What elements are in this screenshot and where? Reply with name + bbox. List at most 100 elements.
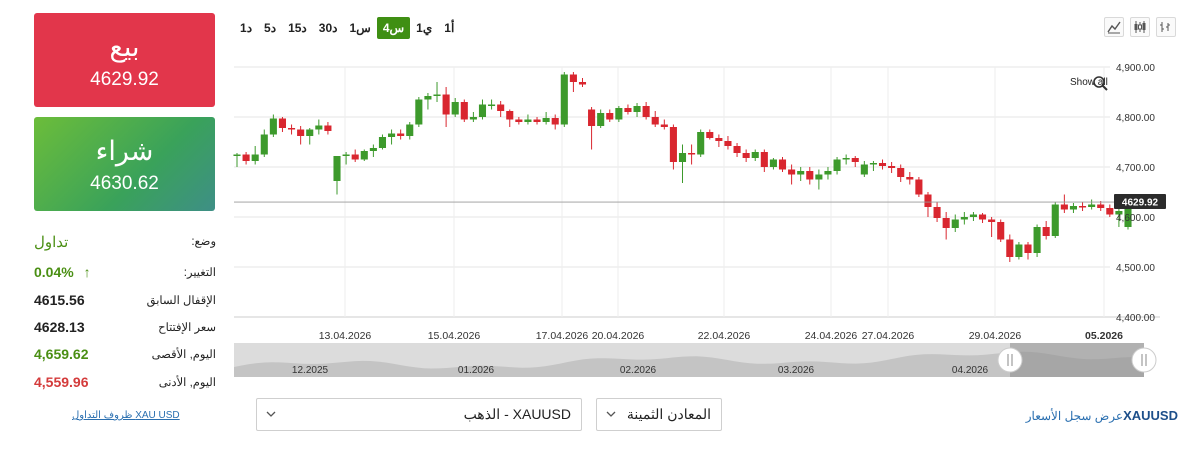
candle [769, 158, 777, 170]
candle [933, 202, 941, 222]
candle [742, 149, 750, 162]
candle [688, 144, 696, 165]
candle-body [724, 141, 732, 146]
candle [406, 122, 414, 140]
candle-body [1060, 204, 1068, 210]
symbol-select[interactable]: XAUUSD - الذهب [256, 398, 582, 431]
candle [251, 146, 259, 165]
candle [597, 109, 605, 128]
candle-body [324, 125, 332, 131]
candle [815, 169, 823, 190]
candle-body [269, 118, 277, 135]
category-select[interactable]: المعادن الثمينة [596, 398, 722, 431]
candle [424, 93, 432, 110]
navigator-handle[interactable] [1131, 347, 1157, 373]
y-tick-label: 4,900.00 [1116, 63, 1155, 74]
x-tick-label: 20.04.2026 [592, 330, 645, 342]
candle-body [478, 104, 487, 117]
candle [988, 217, 996, 237]
navigator-tick-label: 02.2026 [620, 365, 657, 376]
navigator-handle-circle [997, 347, 1023, 373]
price-chart[interactable]: 4,900.00 4,800.00 4,700.00 4,600.00 4,500.00… [0, 0, 1200, 390]
candle-body [251, 154, 259, 161]
candle-body [715, 138, 723, 141]
candle [642, 102, 650, 120]
candle [888, 162, 896, 173]
candle [542, 112, 550, 125]
candle [524, 114, 532, 125]
candle-body [406, 124, 414, 136]
candle-body [833, 159, 841, 171]
candle-body [524, 119, 532, 122]
candle [1024, 242, 1032, 260]
navigator-handle[interactable] [997, 347, 1023, 373]
candle [588, 107, 596, 150]
candle [469, 112, 477, 122]
candle-body [460, 102, 468, 120]
candle [715, 134, 723, 147]
candle-body [888, 166, 896, 168]
candle [533, 117, 541, 125]
candle-body [497, 104, 505, 111]
candle-body [1024, 244, 1032, 253]
candle-body [633, 106, 641, 112]
candle-body [578, 82, 587, 85]
candle [669, 124, 677, 170]
candle [351, 149, 359, 162]
candle-body [1088, 204, 1096, 207]
candle [706, 129, 714, 140]
candle-body [515, 119, 523, 122]
candle [842, 154, 850, 165]
x-tick-label: 17.04.2026 [536, 330, 589, 342]
candle-body [469, 117, 477, 120]
candle [960, 212, 968, 225]
navigator-selected-range[interactable] [1010, 343, 1144, 377]
candle [1069, 203, 1077, 213]
candle-body [506, 111, 514, 120]
price-history-link[interactable]: XAUUSDعرض سجل الأسعار [1026, 408, 1178, 423]
candle-body [851, 158, 859, 162]
candle-body [569, 74, 577, 82]
y-tick-label: 4,700.00 [1116, 163, 1155, 174]
candle [360, 149, 368, 161]
candle [260, 129, 268, 157]
candle-body [688, 153, 696, 155]
candle [378, 134, 387, 150]
candle-body [697, 132, 705, 155]
candle-body [615, 108, 623, 120]
candle [324, 122, 332, 135]
candle-body [997, 222, 1005, 240]
candle [733, 143, 741, 157]
candle-body [942, 218, 950, 228]
y-tick-label: 4,400.00 [1116, 313, 1155, 324]
candle [969, 212, 977, 221]
candle [833, 157, 841, 175]
candle-body [642, 106, 650, 117]
candle [460, 99, 468, 122]
candle-body [760, 152, 768, 167]
candle-body [1042, 227, 1050, 236]
candle [433, 82, 441, 102]
candle [297, 126, 305, 145]
candle-body [706, 132, 714, 138]
history-text: عرض سجل الأسعار [1025, 409, 1124, 423]
candle [569, 72, 577, 92]
trading-terms-link[interactable]: XAU USD ظروف التداول [72, 410, 180, 421]
candle [451, 98, 459, 117]
candle [724, 136, 732, 150]
candle [615, 106, 623, 122]
candle-body [588, 109, 596, 126]
candle-body [1033, 227, 1041, 253]
candle-body [297, 129, 305, 136]
candle-body [1051, 204, 1059, 236]
candle-body [742, 153, 750, 158]
candle-body [815, 174, 823, 180]
candle-body [906, 177, 914, 180]
chevron-down-icon [606, 411, 616, 417]
x-tick-label: 24.04.2026 [805, 330, 858, 342]
candle-body [242, 154, 250, 161]
candle [869, 161, 877, 171]
candle-body [278, 118, 287, 128]
candle [478, 99, 487, 120]
candle-body [388, 133, 396, 137]
